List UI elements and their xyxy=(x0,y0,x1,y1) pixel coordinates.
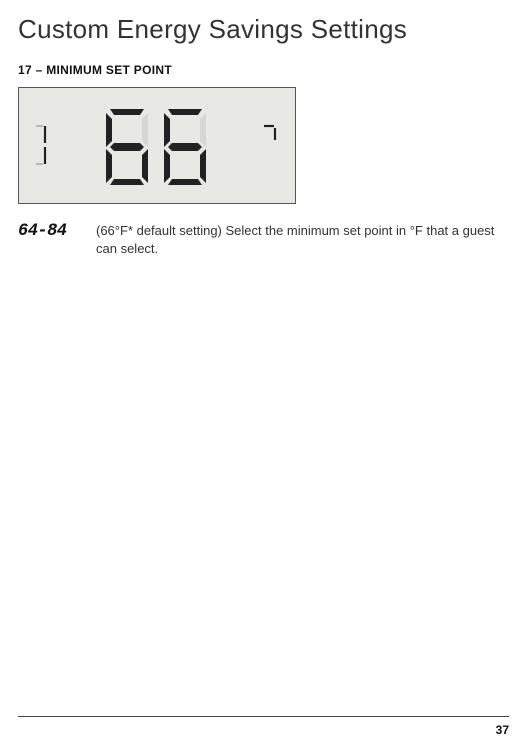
segment-seven-right xyxy=(261,112,279,167)
lcd-left-segment xyxy=(33,102,63,193)
lcd-center-value xyxy=(63,105,249,190)
digit-6-first xyxy=(100,105,154,190)
page-number: 37 xyxy=(496,723,509,737)
setting-description: (66°F* default setting) Select the minim… xyxy=(96,222,496,257)
lcd-right-segment xyxy=(249,102,279,193)
page-title: Custom Energy Savings Settings xyxy=(18,14,507,45)
range-label: 64-84 xyxy=(18,222,80,242)
section-heading: 17 – MINIMUM SET POINT xyxy=(18,63,507,77)
digit-6-second xyxy=(158,105,212,190)
lcd-display xyxy=(18,87,296,204)
segment-one-left xyxy=(33,120,51,175)
setting-description-row: 64-84 (66°F* default setting) Select the… xyxy=(18,222,507,257)
footer-rule xyxy=(18,716,509,717)
